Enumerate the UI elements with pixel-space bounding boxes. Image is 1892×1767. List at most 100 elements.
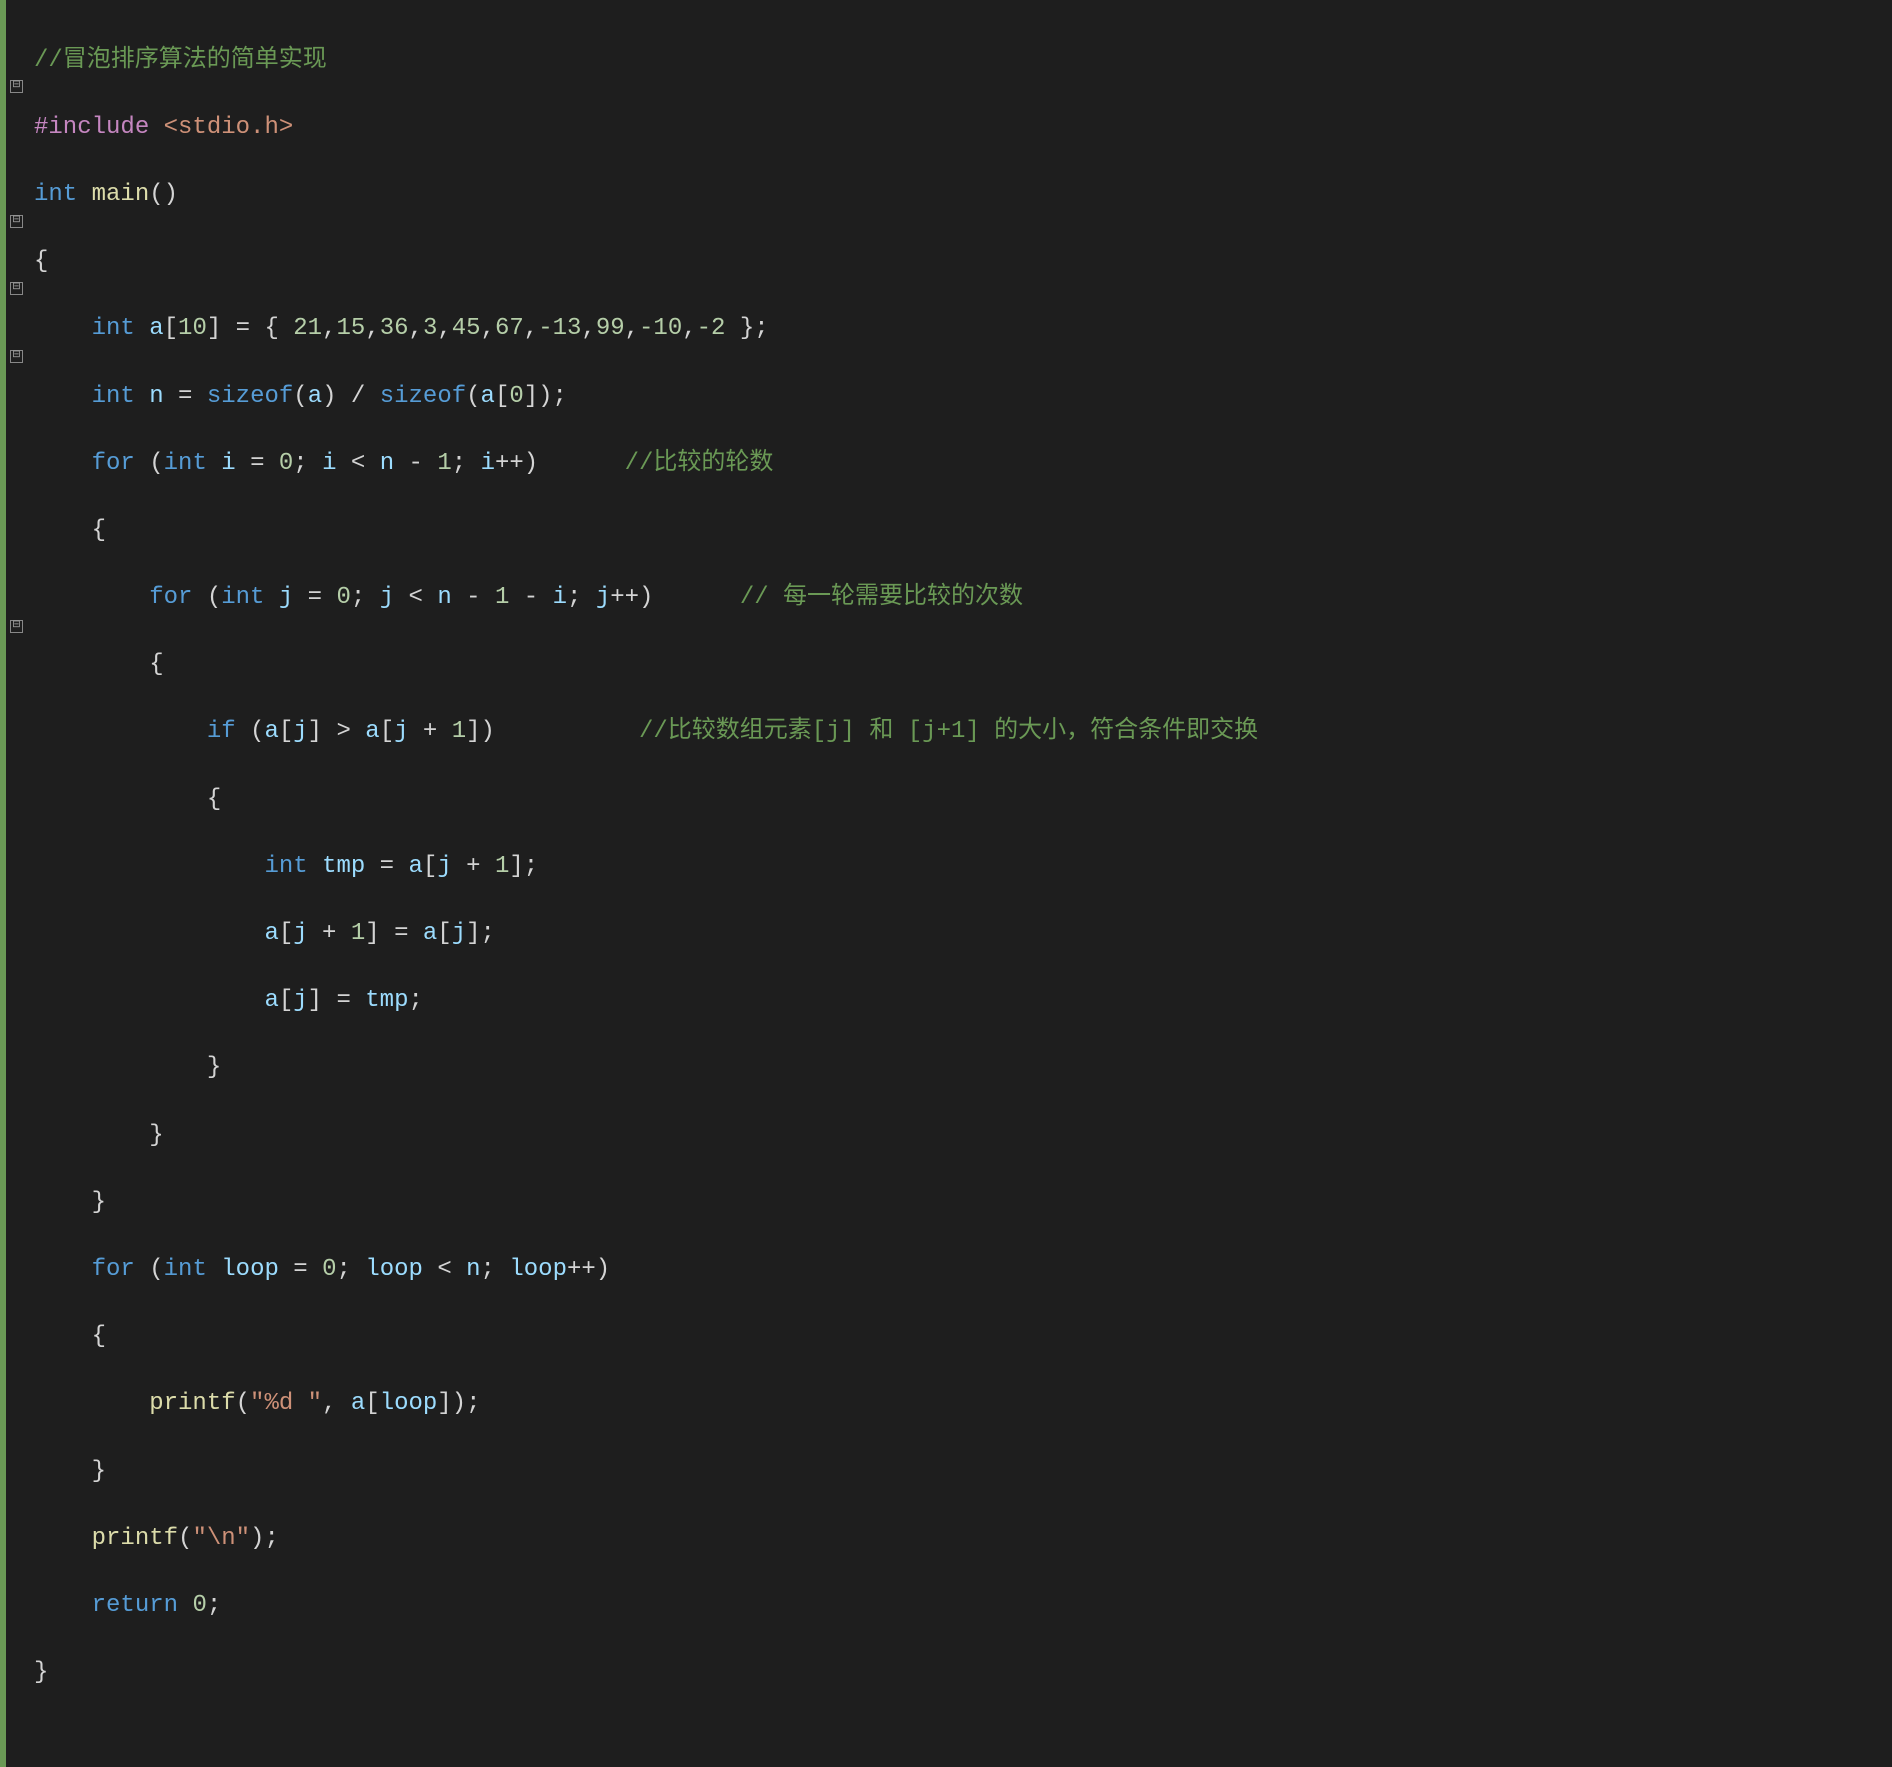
number: 0 [279,450,293,477]
ident-i: i [221,450,235,477]
code-line: { [34,514,1884,548]
comma: , [365,315,379,342]
fold-toggle[interactable]: ⊟ [10,282,23,295]
fold-toggle[interactable]: ⊟ [10,215,23,228]
keyword-return: return [92,1592,178,1619]
comma: , [524,315,538,342]
comma: , [409,315,423,342]
ident-j: j [394,718,408,745]
ident-a: a [409,853,423,880]
op: ; [337,1256,366,1283]
text: ]; [466,920,495,947]
bracket: [ [423,853,437,880]
ident-a: a [351,1390,365,1417]
comment: //比较数组元素[j] 和 [j+1] 的大小，符合条件即交换 [639,718,1258,745]
ident-a: a [365,718,379,745]
number: 1 [437,450,451,477]
op: < [423,1256,466,1283]
comment: // 每一轮需要比较的次数 [740,584,1023,611]
op: ] = [365,920,423,947]
code-line: for (int j = 0; j < n - 1 - i; j++) // 每… [34,581,1884,615]
comment: //冒泡排序算法的简单实现 [34,47,327,74]
ident-a: a [264,987,278,1014]
comma: , [682,315,696,342]
op: ++) [567,1256,610,1283]
op: = [293,584,336,611]
op: ; [351,584,380,611]
keyword-int: int [164,1256,207,1283]
op: - [394,450,437,477]
brace: { [92,517,106,544]
code-line: #include <stdio.h> [34,111,1884,145]
fold-toggle[interactable]: ⊟ [10,620,23,633]
brace: { [149,651,163,678]
op: + [308,920,351,947]
number: 3 [423,315,437,342]
op: = [365,853,408,880]
op: ; [293,450,322,477]
comma: , [481,315,495,342]
code-line: for (int i = 0; i < n - 1; i++) //比较的轮数 [34,447,1884,481]
op: - [509,584,552,611]
number: 0 [192,1592,206,1619]
number: 1 [495,584,509,611]
comma: , [625,315,639,342]
bracket: [ [279,718,293,745]
text: ]) [466,718,639,745]
op: ] = [308,987,366,1014]
code-line: } [34,1455,1884,1489]
text: ]); [437,1390,480,1417]
code-line: printf("%d ", a[loop]); [34,1387,1884,1421]
ident-n: n [380,450,394,477]
comma: , [437,315,451,342]
ident-tmp: tmp [322,853,365,880]
fold-toggle[interactable]: ⊟ [10,350,23,363]
ident-i: i [481,450,495,477]
code-line: a[j + 1] = a[j]; [34,917,1884,951]
paren: ( [236,1390,250,1417]
ident-loop: loop [221,1256,279,1283]
number: 67 [495,315,524,342]
comma: , [322,1390,351,1417]
code-line: { [34,1320,1884,1354]
number: 1 [495,853,509,880]
ident-n: n [437,584,451,611]
number: 36 [380,315,409,342]
func-printf: printf [149,1390,235,1417]
op: = [236,450,279,477]
keyword-int: int [164,450,207,477]
number: -10 [639,315,682,342]
paren: ( [192,584,221,611]
code-line: { [34,245,1884,279]
func-printf: printf [92,1525,178,1552]
code-editor: ⊟ ⊟ ⊟ ⊟ ⊟ //冒泡排序算法的简单实现 #include <stdio.… [0,0,1892,1767]
code-line: if (a[j] > a[j + 1]) //比较数组元素[j] 和 [j+1]… [34,715,1884,749]
code-line: printf("\n"); [34,1522,1884,1556]
text: ]; [509,853,538,880]
bracket: [ [279,987,293,1014]
op: < [394,584,437,611]
op: + [452,853,495,880]
number: 1 [351,920,365,947]
number: 45 [452,315,481,342]
keyword-int: int [221,584,264,611]
fold-toggle[interactable]: ⊟ [10,80,23,93]
number: 1 [452,718,466,745]
number: 0 [509,383,523,410]
ident-a: a [308,383,322,410]
paren: ( [466,383,480,410]
comment: //比较的轮数 [625,450,774,477]
preprocessor: #include [34,114,149,141]
code-line: { [34,648,1884,682]
code-area[interactable]: //冒泡排序算法的简单实现 #include <stdio.h> int mai… [26,0,1892,1767]
bracket: [ [164,315,178,342]
ident-j: j [380,584,394,611]
ident-a: a [264,718,278,745]
ident-j: j [596,584,610,611]
ident-loop: loop [509,1256,567,1283]
bracket: [ [495,383,509,410]
keyword-int: int [34,181,77,208]
number: 0 [337,584,351,611]
code-line: } [34,1186,1884,1220]
brace: } [149,1122,163,1149]
